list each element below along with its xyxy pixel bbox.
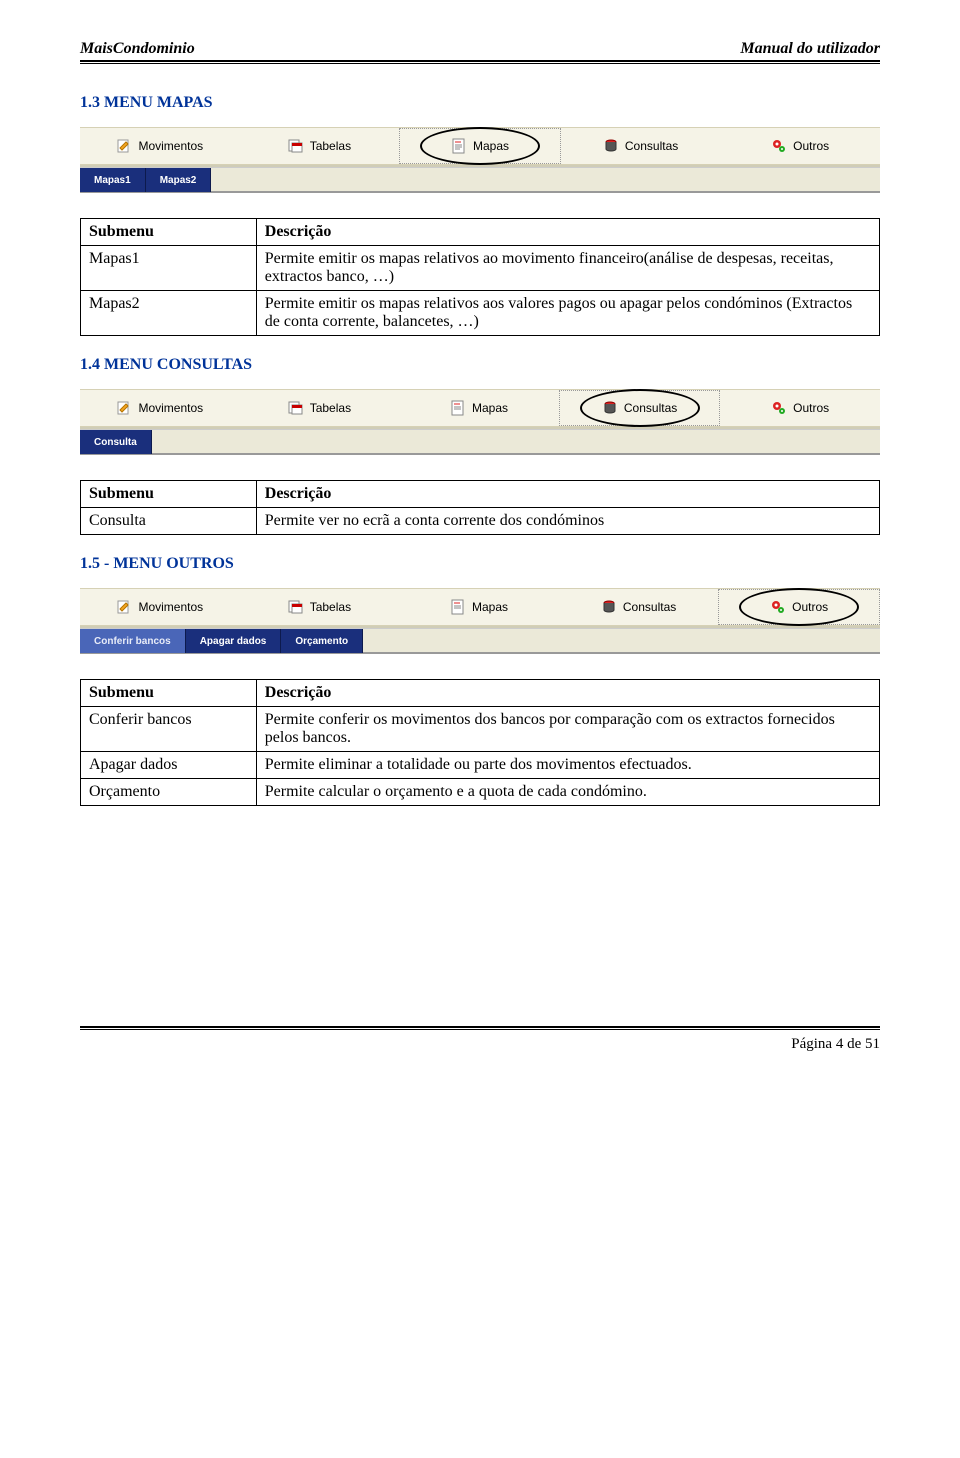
section-title-consultas: 1.4 MENU CONSULTAS bbox=[80, 356, 880, 374]
submenu-conferir[interactable]: Conferir bancos bbox=[80, 629, 186, 653]
menubar-outros: Movimentos Tabelas Mapas Consultas Outro… bbox=[80, 588, 880, 626]
tab-movimentos[interactable]: Movimentos bbox=[80, 390, 240, 426]
section-title-outros: 1.5 - MENU OUTROS bbox=[80, 555, 880, 573]
tab-label: Movimentos bbox=[138, 401, 203, 415]
gears-icon bbox=[771, 138, 787, 154]
tab-label: Mapas bbox=[473, 139, 509, 153]
submenu-edge bbox=[80, 453, 880, 455]
cell-desc: Permite emitir os mapas relativos aos va… bbox=[256, 291, 879, 336]
cell-desc: Permite calcular o orçamento e a quota d… bbox=[256, 779, 879, 806]
report-icon bbox=[450, 400, 466, 416]
tab-label: Mapas bbox=[472, 600, 508, 614]
header-left: MaisCondominio bbox=[80, 40, 195, 58]
th-descricao: Descrição bbox=[256, 481, 879, 508]
tables-icon bbox=[288, 138, 304, 154]
tab-label: Outros bbox=[793, 401, 829, 415]
tab-tabelas[interactable]: Tabelas bbox=[240, 390, 400, 426]
tab-label: Consultas bbox=[624, 401, 677, 415]
tab-consultas[interactable]: Consultas bbox=[559, 589, 719, 625]
cell-label: Consulta bbox=[81, 508, 257, 535]
tab-label: Outros bbox=[793, 139, 829, 153]
submenu-orcamento[interactable]: Orçamento bbox=[281, 629, 363, 653]
report-icon bbox=[451, 138, 467, 154]
submenu-mapas2[interactable]: Mapas2 bbox=[146, 168, 212, 192]
submenu-spacer bbox=[152, 430, 880, 453]
database-icon bbox=[601, 599, 617, 615]
tab-label: Tabelas bbox=[310, 139, 351, 153]
tab-label: Movimentos bbox=[138, 139, 203, 153]
cell-desc: Permite conferir os movimentos dos banco… bbox=[256, 707, 879, 752]
tab-mapas[interactable]: Mapas bbox=[399, 589, 559, 625]
database-icon bbox=[602, 400, 618, 416]
page-header: MaisCondominio Manual do utilizador bbox=[80, 40, 880, 60]
cell-desc: Permite emitir os mapas relativos ao mov… bbox=[256, 246, 879, 291]
gears-icon bbox=[771, 400, 787, 416]
header-rule bbox=[80, 60, 880, 64]
table-row: Mapas1 Permite emitir os mapas relativos… bbox=[81, 246, 880, 291]
table-outros: Submenu Descrição Conferir bancos Permit… bbox=[80, 679, 880, 806]
tab-label: Consultas bbox=[625, 139, 678, 153]
cell-label: Apagar dados bbox=[81, 752, 257, 779]
submenu-mapas1[interactable]: Mapas1 bbox=[80, 168, 146, 192]
submenu-spacer bbox=[211, 168, 880, 191]
tab-label: Movimentos bbox=[138, 600, 203, 614]
table-mapas: Submenu Descrição Mapas1 Permite emitir … bbox=[80, 218, 880, 336]
footer-rule bbox=[80, 1026, 880, 1030]
th-descricao: Descrição bbox=[256, 219, 879, 246]
gears-icon bbox=[770, 599, 786, 615]
submenu-spacer bbox=[363, 629, 880, 652]
tab-consultas[interactable]: Consultas bbox=[561, 128, 721, 164]
tables-icon bbox=[288, 599, 304, 615]
tab-consultas[interactable]: Consultas bbox=[559, 390, 721, 426]
tab-label: Consultas bbox=[623, 600, 676, 614]
th-descricao: Descrição bbox=[256, 680, 879, 707]
tab-movimentos[interactable]: Movimentos bbox=[80, 128, 240, 164]
tab-outros[interactable]: Outros bbox=[720, 128, 880, 164]
tab-label: Outros bbox=[792, 600, 828, 614]
submenu-bar-outros: Conferir bancos Apagar dados Orçamento bbox=[80, 628, 880, 652]
th-submenu: Submenu bbox=[81, 481, 257, 508]
submenu-consulta[interactable]: Consulta bbox=[80, 430, 152, 454]
table-row: Apagar dados Permite eliminar a totalida… bbox=[81, 752, 880, 779]
table-row: Mapas2 Permite emitir os mapas relativos… bbox=[81, 291, 880, 336]
tab-label: Tabelas bbox=[310, 401, 351, 415]
menubar-mapas: Movimentos Tabelas Mapas Consultas Outro… bbox=[80, 127, 880, 165]
th-submenu: Submenu bbox=[81, 219, 257, 246]
database-icon bbox=[603, 138, 619, 154]
menubar-consultas: Movimentos Tabelas Mapas Consultas Outro… bbox=[80, 389, 880, 427]
tables-icon bbox=[288, 400, 304, 416]
page-number: Página 4 de 51 bbox=[80, 1036, 880, 1053]
submenu-bar-mapas: Mapas1 Mapas2 bbox=[80, 167, 880, 191]
report-icon bbox=[450, 599, 466, 615]
table-row: Conferir bancos Permite conferir os movi… bbox=[81, 707, 880, 752]
table-row: Consulta Permite ver no ecrã a conta cor… bbox=[81, 508, 880, 535]
header-right: Manual do utilizador bbox=[740, 40, 880, 58]
tab-label: Tabelas bbox=[310, 600, 351, 614]
submenu-apagar[interactable]: Apagar dados bbox=[186, 629, 282, 653]
tab-outros[interactable]: Outros bbox=[720, 390, 880, 426]
cell-desc: Permite eliminar a totalidade ou parte d… bbox=[256, 752, 879, 779]
tab-outros[interactable]: Outros bbox=[718, 589, 880, 625]
pencil-note-icon bbox=[116, 138, 132, 154]
tab-movimentos[interactable]: Movimentos bbox=[80, 589, 240, 625]
section-title-mapas: 1.3 MENU MAPAS bbox=[80, 94, 880, 112]
cell-label: Mapas2 bbox=[81, 291, 257, 336]
cell-label: Mapas1 bbox=[81, 246, 257, 291]
table-consultas: Submenu Descrição Consulta Permite ver n… bbox=[80, 480, 880, 535]
cell-label: Conferir bancos bbox=[81, 707, 257, 752]
cell-label: Orçamento bbox=[81, 779, 257, 806]
tab-mapas[interactable]: Mapas bbox=[399, 128, 561, 164]
th-submenu: Submenu bbox=[81, 680, 257, 707]
submenu-bar-consultas: Consulta bbox=[80, 429, 880, 453]
tab-tabelas[interactable]: Tabelas bbox=[240, 589, 400, 625]
tab-label: Mapas bbox=[472, 401, 508, 415]
pencil-note-icon bbox=[116, 400, 132, 416]
table-row: Orçamento Permite calcular o orçamento e… bbox=[81, 779, 880, 806]
tab-tabelas[interactable]: Tabelas bbox=[240, 128, 400, 164]
tab-mapas[interactable]: Mapas bbox=[399, 390, 559, 426]
cell-desc: Permite ver no ecrã a conta corrente dos… bbox=[256, 508, 879, 535]
pencil-note-icon bbox=[116, 599, 132, 615]
